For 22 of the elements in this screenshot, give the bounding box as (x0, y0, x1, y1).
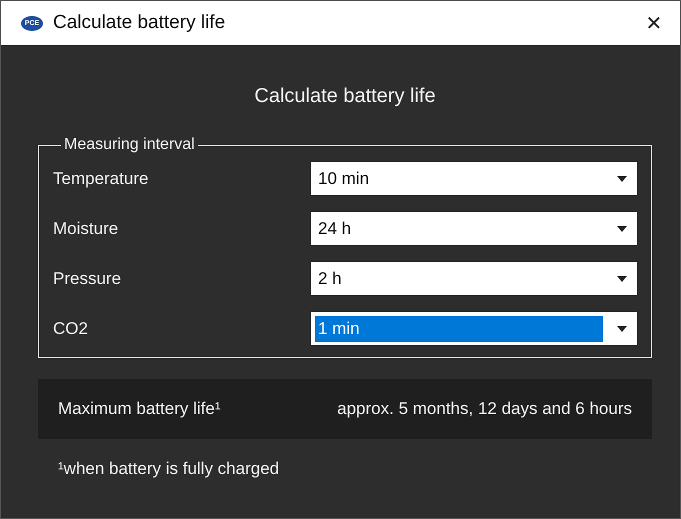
group-legend: Measuring interval (61, 136, 198, 154)
dropdown[interactable]: 10 min (311, 162, 637, 195)
dropdown-arrow-icon (617, 326, 627, 332)
field-label: Temperature (53, 168, 150, 188)
dialog-heading: Calculate battery life (253, 85, 437, 108)
dropdown-value: 24 h (317, 218, 352, 240)
dropdown-value: 1 min (315, 316, 603, 342)
field-label: Moisture (53, 218, 120, 238)
dropdown-arrow-icon (617, 176, 627, 182)
result-value: approx. 5 months, 12 days and 6 hours (337, 399, 632, 419)
footnote: ¹when battery is fully charged (58, 459, 280, 479)
field-label: CO2 (53, 318, 89, 338)
dropdown[interactable]: 24 h (311, 212, 637, 245)
field-label: Pressure (53, 268, 122, 288)
result-label: Maximum battery life¹ (58, 399, 220, 419)
dropdown-arrow-icon (617, 276, 627, 282)
dropdown[interactable]: 1 min (311, 312, 637, 345)
dropdown-value: 2 h (317, 268, 343, 290)
dropdown[interactable]: 2 h (311, 262, 637, 295)
window-title: Calculate battery life (53, 12, 226, 34)
dropdown-arrow-icon (617, 226, 627, 232)
dropdown-value: 10 min (317, 168, 370, 190)
